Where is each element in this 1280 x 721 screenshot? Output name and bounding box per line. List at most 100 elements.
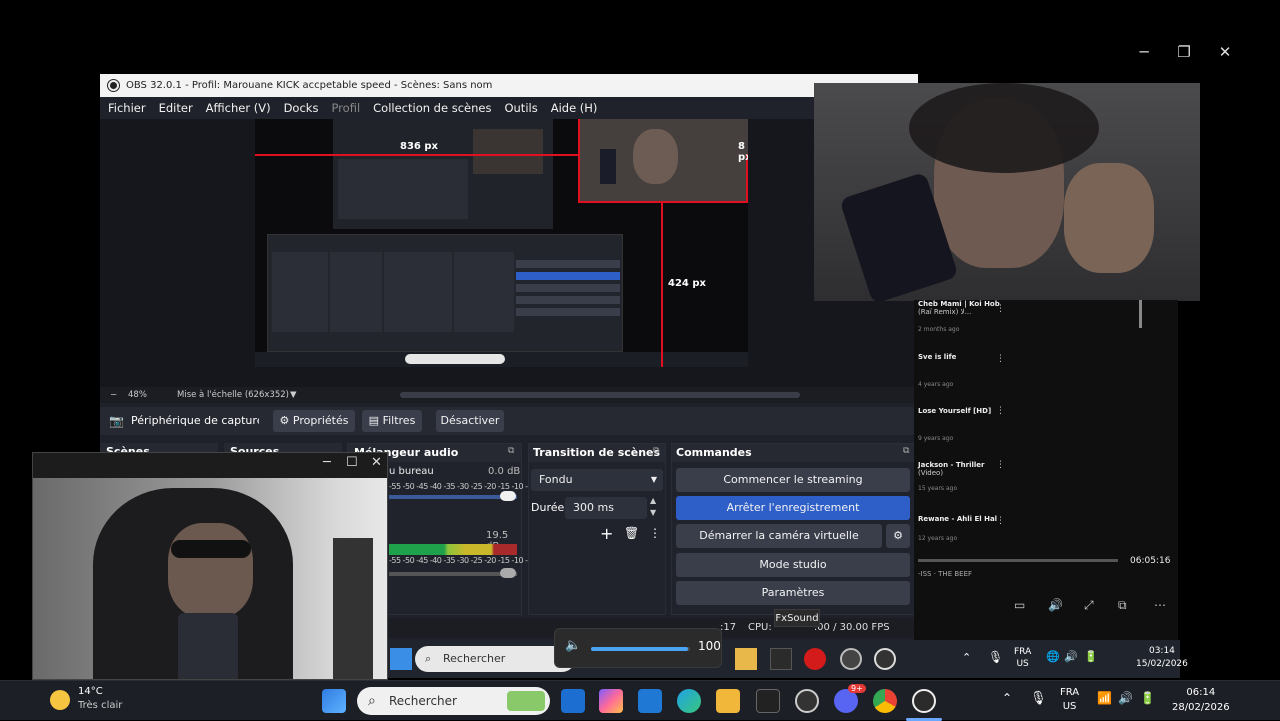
menu-outils[interactable]: Outils bbox=[496, 97, 542, 119]
volume-icon[interactable]: 🔊 bbox=[1048, 598, 1063, 612]
chevron-up-icon[interactable]: ▲ bbox=[650, 496, 656, 505]
scale-mode-select[interactable]: Mise à l'échelle (626x352) bbox=[177, 387, 289, 403]
menu-collection[interactable]: Collection de scènes bbox=[365, 97, 496, 119]
video-age: 9 years ago bbox=[918, 435, 954, 442]
inner-language[interactable]: FRA US bbox=[1014, 646, 1031, 670]
scale-dropdown-icon[interactable]: ▼ bbox=[290, 387, 297, 403]
video-item[interactable]: Lose Yourself [HD] 9 years ago bbox=[918, 407, 991, 442]
outlook-icon[interactable] bbox=[638, 689, 662, 713]
chevron-up-icon[interactable]: ⌃ bbox=[962, 651, 971, 664]
close-icon[interactable]: ✕ bbox=[371, 455, 382, 470]
menu-fichier[interactable]: Fichier bbox=[100, 97, 151, 119]
taskbar-search[interactable]: ⌕ Rechercher bbox=[357, 687, 550, 715]
menu-afficher[interactable]: Afficher (V) bbox=[198, 97, 276, 119]
zoom-out-button[interactable]: − bbox=[110, 387, 117, 403]
mixer-track2-slider[interactable] bbox=[389, 572, 517, 576]
volume-icon[interactable]: 🔊 bbox=[1118, 691, 1133, 705]
windows-icon[interactable] bbox=[390, 648, 412, 670]
preview-scrollbar[interactable] bbox=[400, 392, 800, 398]
menu-aide[interactable]: Aide (H) bbox=[543, 97, 603, 119]
clock[interactable]: 06:14 28/02/2026 bbox=[1172, 685, 1230, 715]
more-icon[interactable]: ⋮ bbox=[996, 516, 1005, 526]
minimize-button[interactable]: ─ bbox=[1133, 42, 1155, 62]
audio-app-icon[interactable] bbox=[756, 689, 780, 713]
mixer-track1-handle[interactable] bbox=[500, 491, 516, 501]
explorer-icon[interactable] bbox=[716, 689, 740, 713]
stop-recording-button[interactable]: Arrêter l'enregistrement bbox=[676, 496, 910, 520]
close-button[interactable]: ✕ bbox=[1214, 42, 1236, 62]
chevron-up-icon[interactable]: ⌃ bbox=[1002, 691, 1012, 705]
start-streaming-button[interactable]: Commencer le streaming bbox=[676, 468, 910, 492]
weather-widget[interactable]: 14°C Très clair bbox=[78, 685, 122, 713]
more-icon[interactable]: ⋮ bbox=[996, 304, 1005, 314]
more-horizontal-icon[interactable]: ⋯ bbox=[1154, 598, 1166, 612]
guide-line-box-left bbox=[578, 119, 580, 202]
obs-icon[interactable] bbox=[840, 648, 862, 670]
network-icon[interactable]: 🌐 bbox=[1046, 650, 1060, 663]
menu-profil[interactable]: Profil bbox=[323, 97, 365, 119]
lang-text: FRA bbox=[1060, 687, 1080, 698]
chevron-down-icon[interactable]: ▼ bbox=[650, 508, 656, 517]
miniplayer-icon[interactable]: ▭ bbox=[1014, 598, 1025, 612]
progress-bar[interactable] bbox=[918, 559, 1118, 562]
more-icon[interactable]: ⋮ bbox=[996, 354, 1005, 364]
menu-editer[interactable]: Editer bbox=[151, 97, 198, 119]
dock-float-icon[interactable]: ⧉ bbox=[903, 446, 909, 456]
video-item[interactable]: Sve is life 4 years ago bbox=[918, 353, 956, 388]
copilot-icon[interactable] bbox=[599, 689, 623, 713]
inner-clock[interactable]: 03:14 15/02/2026 bbox=[1136, 645, 1188, 671]
restore-button[interactable]: ❐ bbox=[1173, 42, 1195, 62]
wifi-icon[interactable]: 📶 bbox=[1097, 691, 1112, 705]
mixer-track2-handle[interactable] bbox=[500, 568, 516, 578]
edge-icon[interactable] bbox=[677, 689, 701, 713]
maximize-icon[interactable]: ☐ bbox=[346, 455, 358, 470]
mixer-track1-slider[interactable] bbox=[389, 495, 517, 499]
teams-icon[interactable] bbox=[561, 689, 585, 713]
video-item[interactable]: Jackson - Thriller (Video) 15 years ago bbox=[918, 461, 984, 492]
start-icon[interactable] bbox=[322, 689, 346, 713]
more-icon[interactable]: ⋮ bbox=[996, 406, 1005, 416]
transitions-title: Transition de scènes bbox=[529, 444, 665, 462]
video-item[interactable]: Cheb Mami | Koi Hob (Raï Remix) لا... 2 … bbox=[918, 300, 1000, 333]
weather-icon[interactable] bbox=[50, 690, 70, 710]
language-indicator[interactable]: FRA US bbox=[1060, 686, 1079, 714]
properties-button[interactable]: ⚙ Propriétés bbox=[273, 410, 355, 432]
pip-icon[interactable]: ⧉ bbox=[1118, 598, 1127, 613]
minimize-icon[interactable]: ─ bbox=[323, 455, 331, 470]
studio-mode-button[interactable]: Mode studio bbox=[676, 553, 910, 577]
dock-float-icon[interactable]: ⧉ bbox=[508, 446, 514, 456]
speaker-icon[interactable]: 🔈 bbox=[565, 638, 581, 653]
transition-select[interactable]: Fondu ▼ bbox=[531, 469, 663, 491]
deactivate-button[interactable]: Désactiver bbox=[436, 410, 504, 432]
more-icon[interactable]: ⋮ bbox=[649, 526, 661, 540]
inner-search[interactable]: ⌕ Rechercher bbox=[415, 646, 575, 672]
virtual-camera-settings-icon[interactable]: ⚙ bbox=[886, 524, 910, 548]
battery-icon[interactable]: 🔋 bbox=[1140, 691, 1155, 705]
start-virtual-camera-button[interactable]: Démarrer la caméra virtuelle bbox=[676, 524, 882, 548]
chrome-icon[interactable] bbox=[873, 689, 897, 713]
volume-slider[interactable] bbox=[591, 647, 690, 651]
battery-icon[interactable]: 🔋 bbox=[1084, 650, 1098, 663]
obs-icon[interactable] bbox=[795, 689, 819, 713]
player-icon[interactable] bbox=[874, 648, 896, 670]
player-icon[interactable] bbox=[912, 689, 936, 713]
audio-app-icon[interactable] bbox=[770, 648, 792, 670]
fullscreen-icon[interactable]: ⤢ bbox=[1084, 598, 1094, 613]
volume-icon[interactable]: 🔊 bbox=[1064, 650, 1078, 663]
microphone-icon[interactable]: 🎙 bbox=[988, 650, 1003, 664]
video-item[interactable]: Rewane - Ahli El Hal 12 years ago bbox=[918, 515, 997, 542]
explorer-icon[interactable] bbox=[735, 648, 757, 670]
duration-input[interactable]: 300 ms bbox=[565, 497, 647, 519]
add-icon[interactable]: + bbox=[600, 524, 613, 543]
preview-area: 836 px 8 px 424 px bbox=[100, 119, 918, 387]
filters-button[interactable]: ▤ Filtres bbox=[362, 410, 422, 432]
more-icon[interactable]: ⋮ bbox=[996, 460, 1005, 470]
scrollbar[interactable] bbox=[1139, 300, 1142, 328]
settings-button[interactable]: Paramètres bbox=[676, 581, 910, 605]
trash-icon[interactable]: 🗑 bbox=[624, 526, 639, 540]
opera-icon[interactable] bbox=[804, 648, 826, 670]
preview-canvas[interactable]: 836 px 8 px 424 px bbox=[255, 119, 748, 367]
dock-float-icon[interactable]: ⧉ bbox=[653, 446, 659, 456]
microphone-icon[interactable]: 🎙 bbox=[1030, 691, 1047, 706]
menu-docks[interactable]: Docks bbox=[276, 97, 324, 119]
